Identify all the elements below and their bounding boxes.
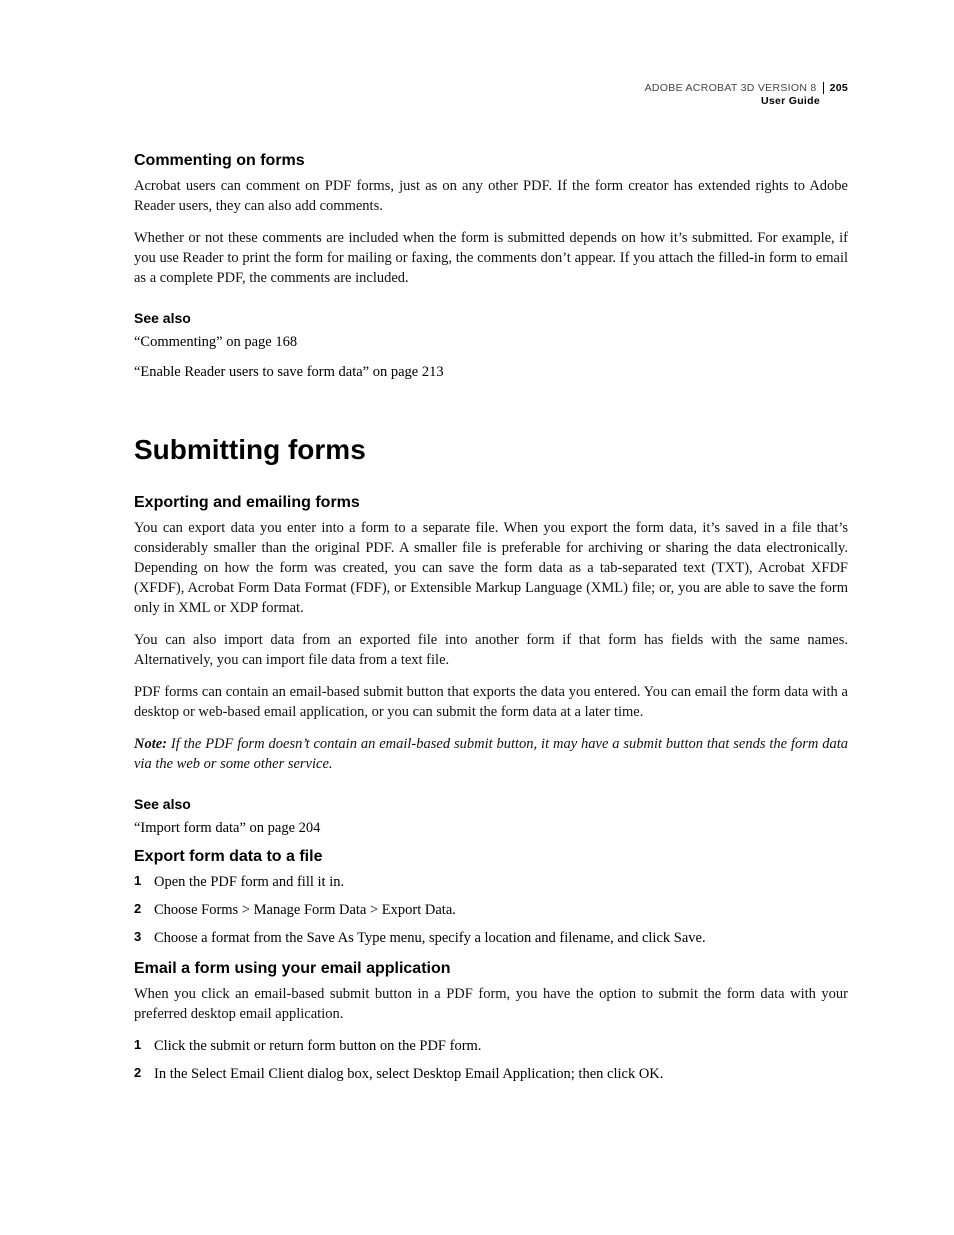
see-also-heading: See also <box>134 796 848 812</box>
heading-exporting-and-emailing: Exporting and emailing forms <box>134 494 848 512</box>
header-subtitle: User Guide <box>134 95 848 108</box>
cross-reference-link[interactable]: “Enable Reader users to save form data” … <box>134 362 848 384</box>
body-paragraph: Acrobat users can comment on PDF forms, … <box>134 176 848 216</box>
heading-email-a-form: Email a form using your email applicatio… <box>134 960 848 978</box>
product-name: ADOBE ACROBAT 3D VERSION 8 <box>645 82 817 94</box>
body-paragraph: You can also import data from an exporte… <box>134 630 848 670</box>
step-item: Choose Forms > Manage Form Data > Export… <box>134 900 848 920</box>
note-paragraph: Note: If the PDF form doesn’t contain an… <box>134 734 848 774</box>
see-also-heading: See also <box>134 310 848 326</box>
step-item: Choose a format from the Save As Type me… <box>134 928 848 948</box>
body-paragraph: Whether or not these comments are includ… <box>134 228 848 288</box>
cross-reference-link[interactable]: “Commenting” on page 168 <box>134 332 848 354</box>
page-content: ADOBE ACROBAT 3D VERSION 8 205 User Guide… <box>0 0 954 1176</box>
heading-commenting-on-forms: Commenting on forms <box>134 152 848 170</box>
heading-submitting-forms: Submitting forms <box>134 434 848 466</box>
step-item: In the Select Email Client dialog box, s… <box>134 1064 848 1084</box>
heading-export-form-data: Export form data to a file <box>134 848 848 866</box>
body-paragraph: You can export data you enter into a for… <box>134 518 848 618</box>
numbered-steps: Click the submit or return form button o… <box>134 1036 848 1084</box>
running-header: ADOBE ACROBAT 3D VERSION 8 205 User Guide <box>134 82 848 108</box>
numbered-steps: Open the PDF form and fill it in. Choose… <box>134 872 848 948</box>
note-label: Note: <box>134 736 167 752</box>
body-paragraph: When you click an email-based submit but… <box>134 984 848 1024</box>
page-number: 205 <box>823 82 848 94</box>
step-item: Click the submit or return form button o… <box>134 1036 848 1056</box>
cross-reference-link[interactable]: “Import form data” on page 204 <box>134 818 848 840</box>
note-body: If the PDF form doesn’t contain an email… <box>134 736 848 772</box>
body-paragraph: PDF forms can contain an email-based sub… <box>134 682 848 722</box>
step-item: Open the PDF form and fill it in. <box>134 872 848 892</box>
header-line-1: ADOBE ACROBAT 3D VERSION 8 205 <box>134 82 848 95</box>
